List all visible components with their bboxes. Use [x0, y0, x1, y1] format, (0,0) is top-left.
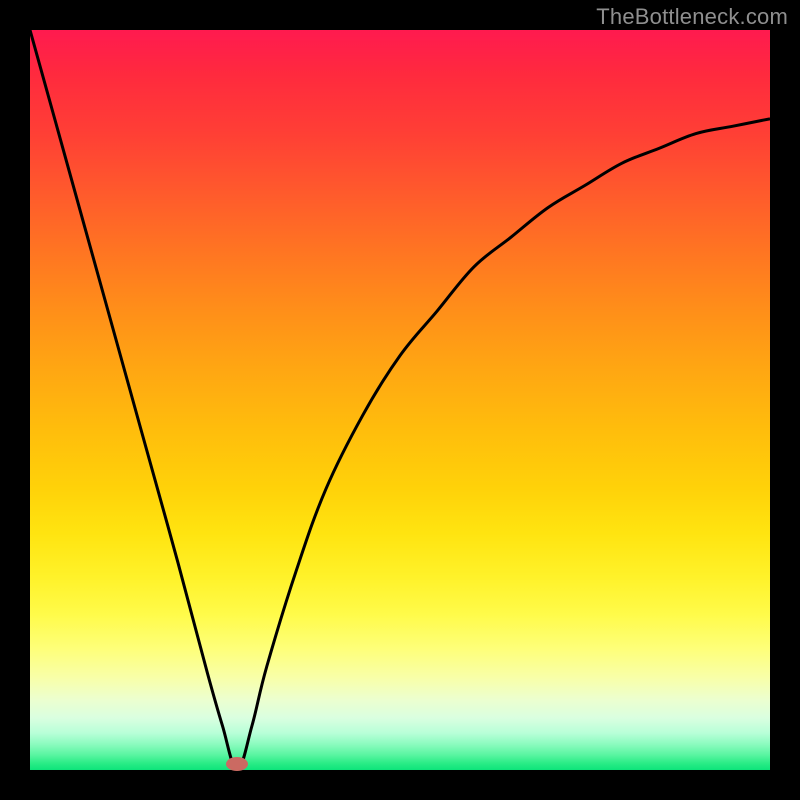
curve-path — [30, 30, 770, 770]
optimum-marker — [226, 757, 248, 771]
chart-frame: TheBottleneck.com — [0, 0, 800, 800]
plot-area — [30, 30, 770, 770]
watermark-text: TheBottleneck.com — [596, 4, 788, 30]
bottleneck-curve — [30, 30, 770, 770]
